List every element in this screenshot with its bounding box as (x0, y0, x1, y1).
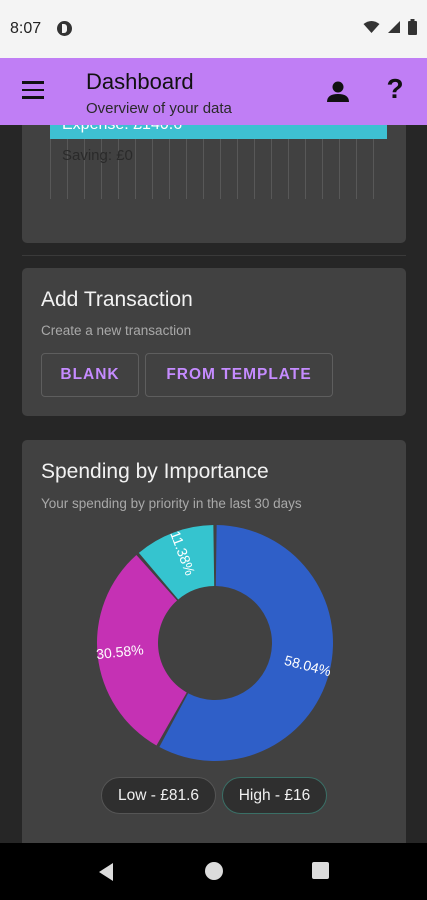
help-icon[interactable]: ? (381, 73, 409, 107)
app-notification-icon (57, 21, 72, 36)
overview-card: Expense: £140.6 Saving: £0 (22, 125, 406, 243)
page-title: Dashboard (86, 69, 194, 94)
add-transaction-card: Add Transaction Create a new transaction… (22, 268, 406, 416)
divider (22, 255, 406, 256)
expense-bar: Expense: £140.6 (50, 125, 387, 139)
blank-button[interactable]: BLANK (41, 353, 139, 397)
high-priority-chip[interactable]: High - £16 (222, 777, 327, 814)
spending-importance-title: Spending by Importance (41, 460, 269, 483)
status-time: 8:07 (10, 20, 42, 37)
status-icons (363, 19, 417, 35)
status-bar: 8:07 (0, 0, 427, 58)
system-nav-bar (0, 843, 427, 900)
low-priority-chip[interactable]: Low - £81.6 (101, 777, 216, 814)
saving-label: Saving: £0 (62, 147, 133, 164)
menu-icon[interactable] (22, 81, 46, 101)
importance-donut-chart[interactable]: 58.04%30.58%11.38% (80, 508, 350, 778)
add-transaction-title: Add Transaction (41, 288, 193, 311)
wifi-icon (363, 21, 380, 33)
page-subtitle: Overview of your data (86, 100, 232, 117)
spending-importance-card: Spending by Importance Your spending by … (22, 440, 406, 843)
add-transaction-subtitle: Create a new transaction (41, 323, 192, 338)
back-icon[interactable] (97, 862, 115, 882)
app-bar: Dashboard Overview of your data ? (0, 58, 427, 125)
recents-icon[interactable] (312, 862, 329, 879)
battery-icon (408, 19, 417, 35)
dashboard-content[interactable]: Expense: £140.6 Saving: £0 Add Transacti… (0, 125, 427, 843)
from-template-button[interactable]: FROM TEMPLATE (145, 353, 333, 397)
account-icon[interactable] (324, 78, 352, 106)
signal-icon (388, 21, 400, 33)
home-icon[interactable] (205, 862, 223, 880)
